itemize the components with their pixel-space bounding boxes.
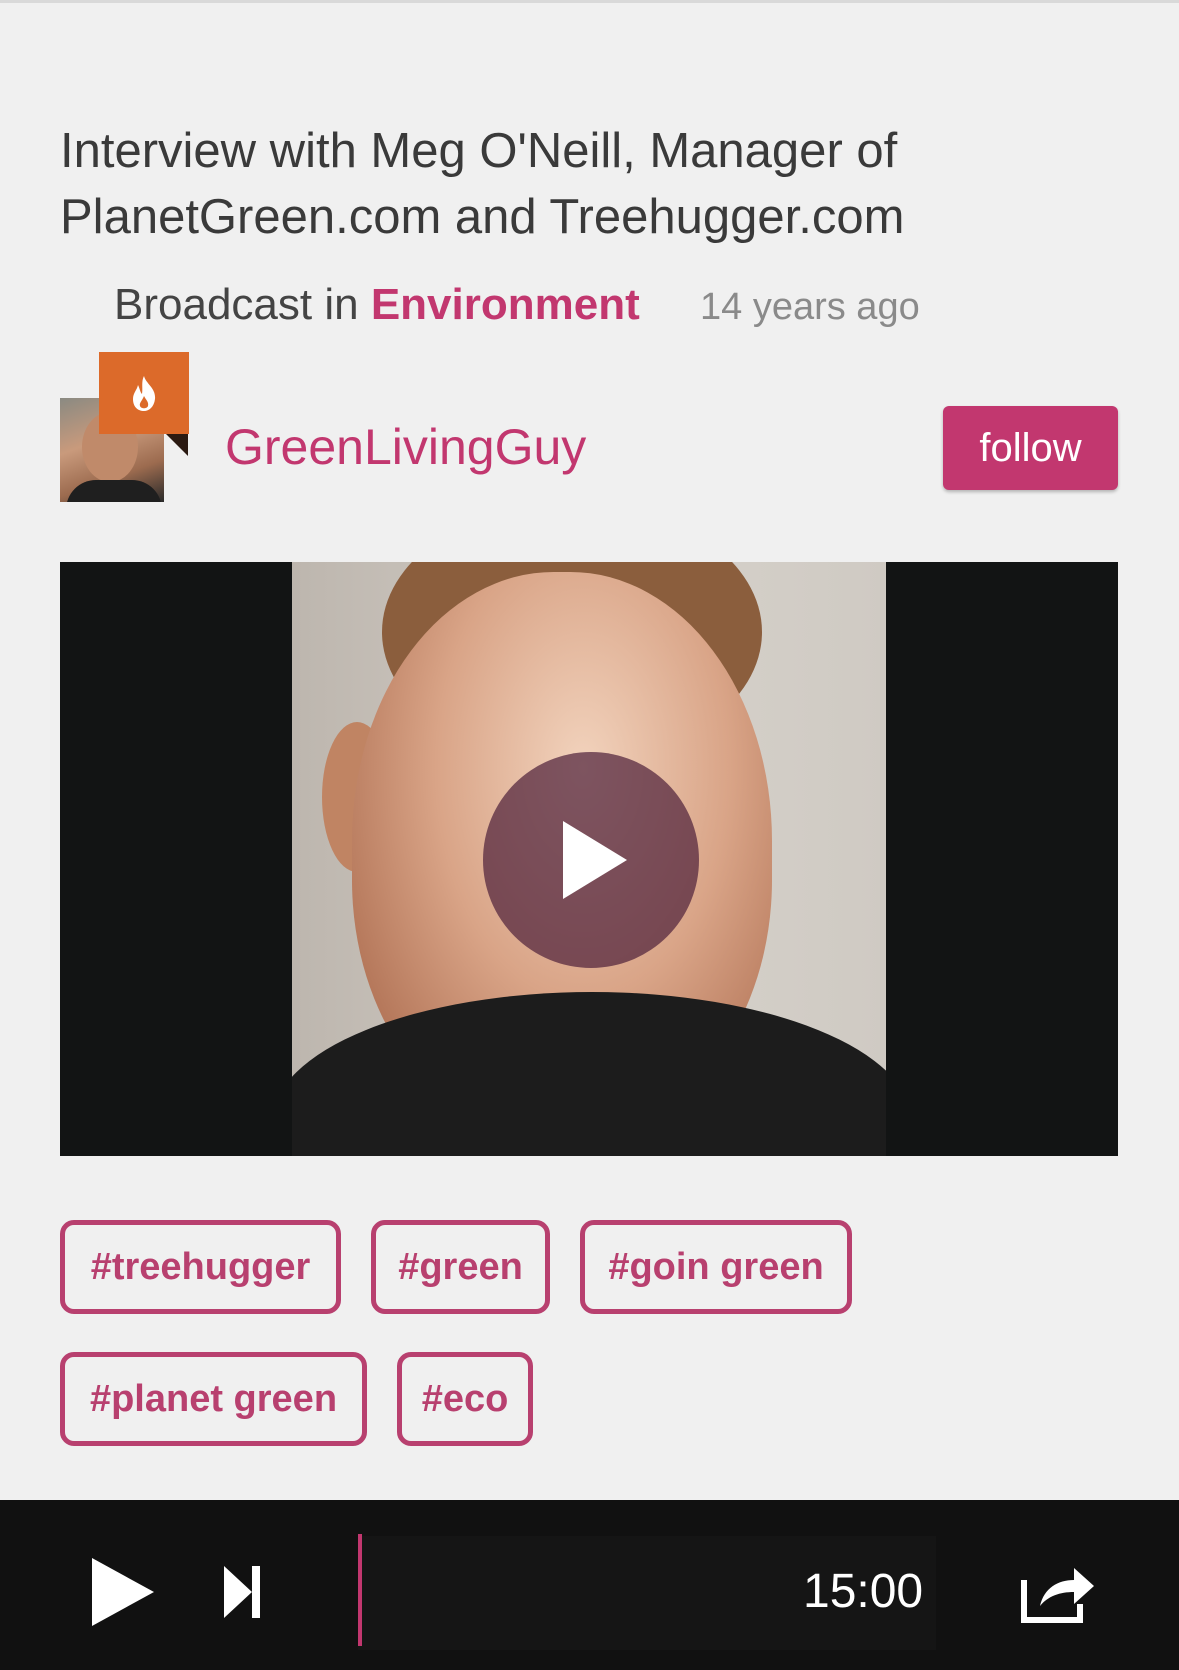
broadcast-prefix: Broadcast in [114, 280, 371, 329]
play-overlay-button[interactable] [483, 752, 699, 968]
skip-next-icon[interactable] [222, 1562, 262, 1622]
flame-badge [99, 352, 189, 434]
progress-handle[interactable] [358, 1534, 362, 1646]
tag-chip[interactable]: #goin green [580, 1220, 852, 1314]
video-thumbnail[interactable] [60, 562, 1118, 1156]
follow-button[interactable]: follow [943, 406, 1118, 490]
tag-chip[interactable]: #planet green [60, 1352, 367, 1446]
tag-chip[interactable]: #green [371, 1220, 550, 1314]
tag-chip[interactable]: #eco [397, 1352, 533, 1446]
top-divider [0, 0, 1179, 3]
tag-chip[interactable]: #treehugger [60, 1220, 341, 1314]
play-icon [563, 821, 627, 899]
category-link[interactable]: Environment [371, 280, 640, 329]
broadcast-meta: Broadcast in Environment [114, 280, 640, 330]
host-username[interactable]: GreenLivingGuy [225, 418, 586, 476]
play-icon[interactable] [88, 1554, 158, 1630]
broadcast-age: 14 years ago [700, 286, 920, 328]
duration-label: 15:00 [803, 1565, 924, 1618]
episode-title: Interview with Meg O'Neill, Manager of P… [60, 124, 905, 244]
audio-player-bar: 15:00 [0, 1500, 1179, 1670]
badge-fold [166, 434, 188, 456]
share-icon[interactable] [1018, 1558, 1098, 1624]
flame-icon [133, 376, 156, 411]
